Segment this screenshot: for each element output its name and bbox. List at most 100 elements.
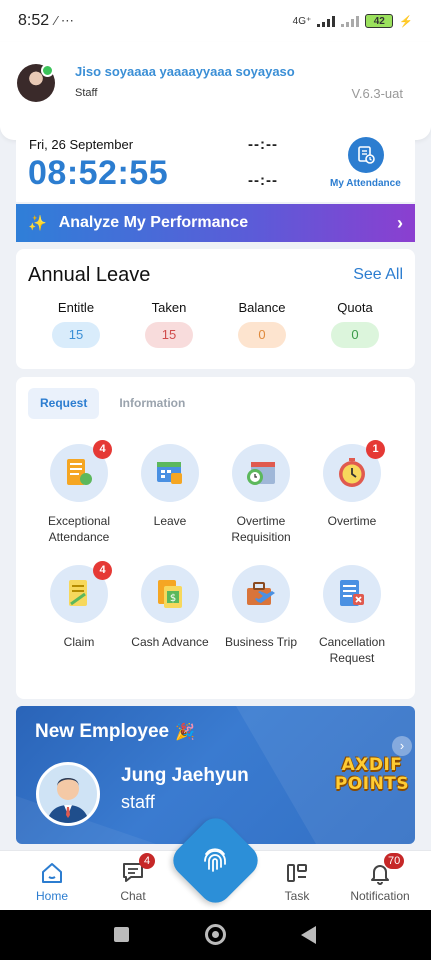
overtime-icon: 1 [323, 440, 385, 502]
status-bar: 8:52 ∕ ⋯ 4G⁺ 42 ⚡ [0, 0, 431, 42]
app-version: V.6.3-uat [351, 86, 403, 101]
overtime-requisition-icon [232, 444, 290, 502]
status-notification-icons: ∕ ⋯ [55, 13, 74, 28]
battery-icon: 42 [365, 14, 394, 28]
business-trip-icon [232, 565, 290, 623]
nav-task[interactable]: Task [262, 851, 332, 911]
nav-notification-label: Notification [350, 889, 410, 903]
signal-icon [317, 15, 336, 27]
leave-entitle-label: Entitle [57, 300, 95, 315]
leave-balance-label: Balance [238, 300, 286, 315]
leave-icon [141, 444, 199, 502]
exceptional-attendance-badge: 4 [93, 440, 112, 459]
leave-balance-value: 0 [238, 322, 286, 348]
status-time: 8:52 [18, 12, 50, 29]
overtime-requisition-label: Overtime Requisition [231, 514, 291, 544]
menu-item-overtime[interactable]: 1 Overtime [302, 440, 402, 529]
analyze-label: Analyze My Performance [58, 214, 249, 231]
cancellation-request-label: Cancellation Request [318, 635, 386, 665]
profile-header: Jiso soyaaaa yaaaayyaaa soyayaso Staff V… [0, 42, 431, 140]
tab-information[interactable]: Information [107, 388, 197, 419]
status-right: 4G⁺ 42 ⚡ [293, 14, 413, 28]
axdif-points-logo: AXDIF POINTS [334, 756, 410, 800]
back-icon[interactable] [301, 926, 316, 944]
nav-task-label: Task [284, 889, 310, 903]
leave-taken: Taken 15 [129, 300, 209, 348]
annual-leave-card: Annual Leave See All Entitle 15 Taken 15… [16, 249, 415, 369]
overtime-label: Overtime [327, 514, 377, 528]
claim-badge: 4 [93, 561, 112, 580]
menu-tabs: Request Information [28, 388, 197, 419]
system-nav-bar [0, 910, 431, 960]
user-name[interactable]: Jiso soyaaaa yaaaayyaaa soyayaso [75, 64, 295, 79]
clock-in-time: --:-- [248, 136, 278, 153]
recent-apps-icon[interactable] [114, 927, 129, 942]
network-icon: 4G⁺ [292, 15, 312, 27]
request-menu-card: Request Information 4 Exceptional Attend… [16, 377, 415, 699]
leave-taken-label: Taken [151, 300, 187, 315]
cash-advance-label: Cash Advance [131, 635, 209, 649]
exceptional-attendance-icon: 4 [50, 440, 112, 502]
employee-role: staff [121, 792, 155, 812]
my-attendance-label[interactable]: My Attendance [330, 178, 401, 189]
business-trip-label: Business Trip [224, 635, 298, 649]
annual-leave-title: Annual Leave [28, 264, 151, 286]
chevron-right-icon[interactable]: › [392, 736, 412, 756]
leave-balance: Balance 0 [222, 300, 302, 348]
nav-notification[interactable]: 70 Notification [344, 851, 416, 911]
current-clock: 08:52:55 [28, 154, 169, 192]
chat-badge: 4 [139, 853, 155, 869]
party-popper-icon: 🎉 [175, 724, 196, 741]
nav-home-label: Home [35, 889, 68, 903]
menu-item-cancellation-request[interactable]: Cancellation Request [302, 565, 402, 666]
new-employee-title: New Employee 🎉 [35, 721, 195, 743]
leave-quota-value: 0 [331, 322, 379, 348]
cancellation-request-icon [323, 565, 381, 623]
employee-name: Jung Jaehyun [121, 765, 249, 786]
my-attendance-button[interactable] [348, 137, 384, 173]
nav-home[interactable]: Home [17, 851, 87, 911]
menu-item-business-trip[interactable]: Business Trip [211, 565, 311, 650]
tab-request[interactable]: Request [28, 388, 100, 419]
leave-label: Leave [153, 514, 187, 528]
attendance-icon [358, 146, 375, 164]
signal-secondary-icon [341, 15, 360, 27]
clock-out-time: --:-- [248, 172, 278, 189]
menu-item-exceptional-attendance[interactable]: 4 Exceptional Attendance [29, 440, 129, 545]
leave-entitle: Entitle 15 [36, 300, 116, 348]
svg-text:$: $ [170, 593, 176, 604]
magic-wand-icon: ✨ [28, 215, 47, 232]
time-card: Fri, 26 September 08:52:55 --:-- --:-- M… [16, 134, 415, 202]
fingerprint-icon [204, 848, 226, 872]
points-logo-line2: POINTS [334, 774, 410, 794]
new-employee-title-text: New Employee [35, 721, 170, 742]
claim-label: Claim [63, 635, 95, 649]
home-icon [42, 863, 62, 883]
points-logo-line1: AXDIF [341, 755, 403, 775]
menu-item-overtime-requisition[interactable]: Overtime Requisition [211, 444, 311, 545]
overtime-badge: 1 [366, 440, 385, 459]
claim-icon: 4 [50, 561, 112, 623]
notification-badge: 70 [384, 853, 405, 869]
leave-taken-value: 15 [145, 322, 193, 348]
analyze-performance-button[interactable]: ✨ Analyze My Performance › [16, 204, 415, 242]
menu-item-leave[interactable]: Leave [120, 444, 220, 529]
leave-entitle-value: 15 [52, 322, 100, 348]
nav-chat[interactable]: 4 Chat [98, 851, 168, 911]
employee-avatar [36, 762, 100, 826]
nav-chat-label: Chat [120, 889, 146, 903]
task-icon [287, 864, 307, 882]
chevron-right-icon: › [397, 212, 403, 233]
cash-advance-icon: $ [141, 565, 199, 623]
leave-quota: Quota 0 [315, 300, 395, 348]
online-status-dot [41, 64, 54, 77]
leave-quota-label: Quota [337, 300, 373, 315]
exceptional-attendance-label: Exceptional Attendance [47, 514, 111, 544]
current-date: Fri, 26 September [29, 137, 134, 152]
menu-item-claim[interactable]: 4 Claim [29, 561, 129, 650]
charging-icon: ⚡ [399, 15, 413, 28]
see-all-link[interactable]: See All [353, 266, 403, 284]
home-button-icon[interactable] [205, 924, 226, 945]
user-role: Staff [75, 87, 98, 99]
menu-item-cash-advance[interactable]: $ Cash Advance [120, 565, 220, 650]
